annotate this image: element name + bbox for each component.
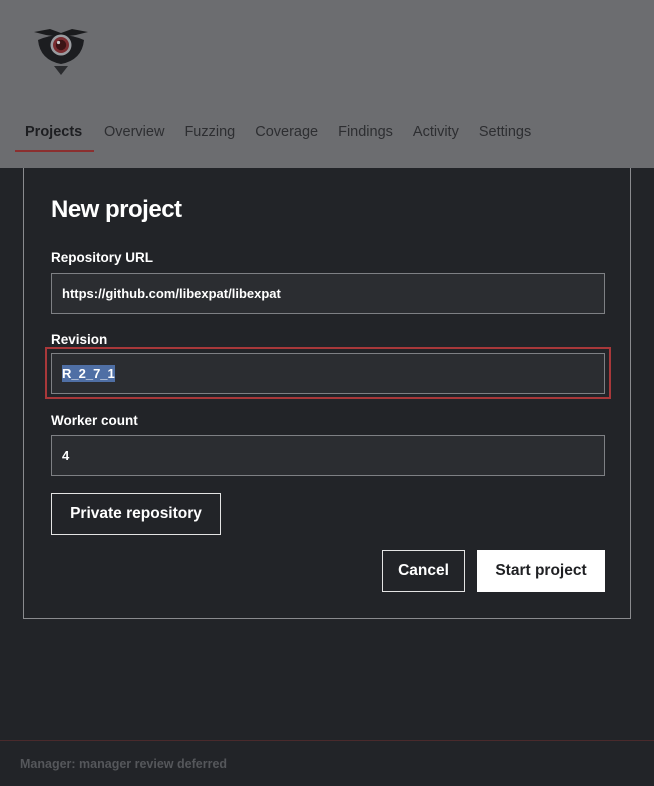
status-footer: Manager: manager review deferred xyxy=(0,740,654,786)
page-title: New project xyxy=(51,196,182,223)
owl-eye-icon[interactable] xyxy=(32,26,90,78)
nav-tab-coverage[interactable]: Coverage xyxy=(245,116,328,152)
nav-tab-findings[interactable]: Findings xyxy=(328,116,403,152)
revision-label: Revision xyxy=(51,332,108,347)
nav-tab-projects[interactable]: Projects xyxy=(15,116,94,152)
nav-tab-activity[interactable]: Activity xyxy=(403,116,469,152)
revision-selected-text: R_2_7_1 xyxy=(62,365,115,382)
private-repository-button[interactable]: Private repository xyxy=(51,493,221,535)
revision-input[interactable]: R_2_7_1 xyxy=(51,353,605,394)
nav-tab-fuzzing[interactable]: Fuzzing xyxy=(174,116,245,152)
repository-url-label: Repository URL xyxy=(51,250,154,265)
manager-status-text: Manager: manager review deferred xyxy=(20,757,228,771)
page: Projects Overview Fuzzing Coverage Findi… xyxy=(0,0,654,786)
nav-tab-settings[interactable]: Settings xyxy=(469,116,541,152)
worker-count-label: Worker count xyxy=(51,413,138,428)
new-project-card: New project Repository URL https://githu… xyxy=(23,168,631,619)
header: Projects Overview Fuzzing Coverage Findi… xyxy=(0,0,654,168)
worker-count-input[interactable]: 4 xyxy=(51,435,605,476)
start-project-button[interactable]: Start project xyxy=(477,550,605,592)
repository-url-input[interactable]: https://github.com/libexpat/libexpat xyxy=(51,273,605,314)
nav-tab-overview[interactable]: Overview xyxy=(94,116,174,152)
cancel-button[interactable]: Cancel xyxy=(382,550,465,592)
main-nav: Projects Overview Fuzzing Coverage Findi… xyxy=(15,116,541,152)
